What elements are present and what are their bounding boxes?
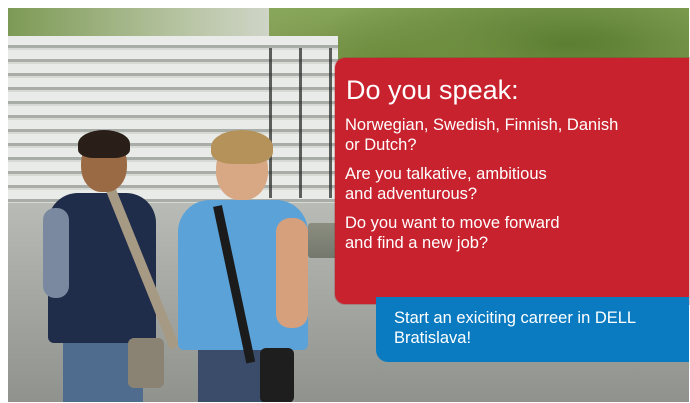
person-left-hair bbox=[78, 130, 130, 158]
cta-text-line: Bratislava! bbox=[394, 329, 472, 347]
person-right-hair bbox=[211, 130, 273, 164]
callout-question-personality: Are you talkative, ambitious and adventu… bbox=[345, 164, 679, 204]
callout-question-languages: Norwegian, Swedish, Finnish, Danish or D… bbox=[345, 115, 679, 155]
callout-text-line: or Dutch? bbox=[345, 136, 417, 154]
person-left-arm bbox=[43, 208, 69, 298]
callout-text-line: Are you talkative, ambitious bbox=[345, 165, 547, 183]
cta-text-line: Start an exiciting carreer in DELL bbox=[394, 309, 637, 327]
callout-text-line: and find a new job? bbox=[345, 234, 489, 252]
callout-heading: Do you speak: bbox=[346, 75, 519, 105]
callout-text-line: Norwegian, Swedish, Finnish, Danish bbox=[345, 116, 619, 134]
person-right-bag bbox=[260, 348, 294, 402]
callout-text-line: and adventurous? bbox=[345, 185, 478, 203]
career-cta-banner[interactable]: Start an exiciting carreer in DELL Brati… bbox=[376, 297, 689, 362]
person-right-arm bbox=[276, 218, 308, 328]
person-left-bag bbox=[128, 338, 164, 388]
callout-text-line: Do you want to move forward bbox=[345, 214, 560, 232]
callout-question-career: Do you want to move forward and find a n… bbox=[345, 213, 679, 253]
question-callout: Do you speak: Norwegian, Swedish, Finnis… bbox=[335, 58, 689, 304]
stair-railing bbox=[263, 48, 343, 198]
